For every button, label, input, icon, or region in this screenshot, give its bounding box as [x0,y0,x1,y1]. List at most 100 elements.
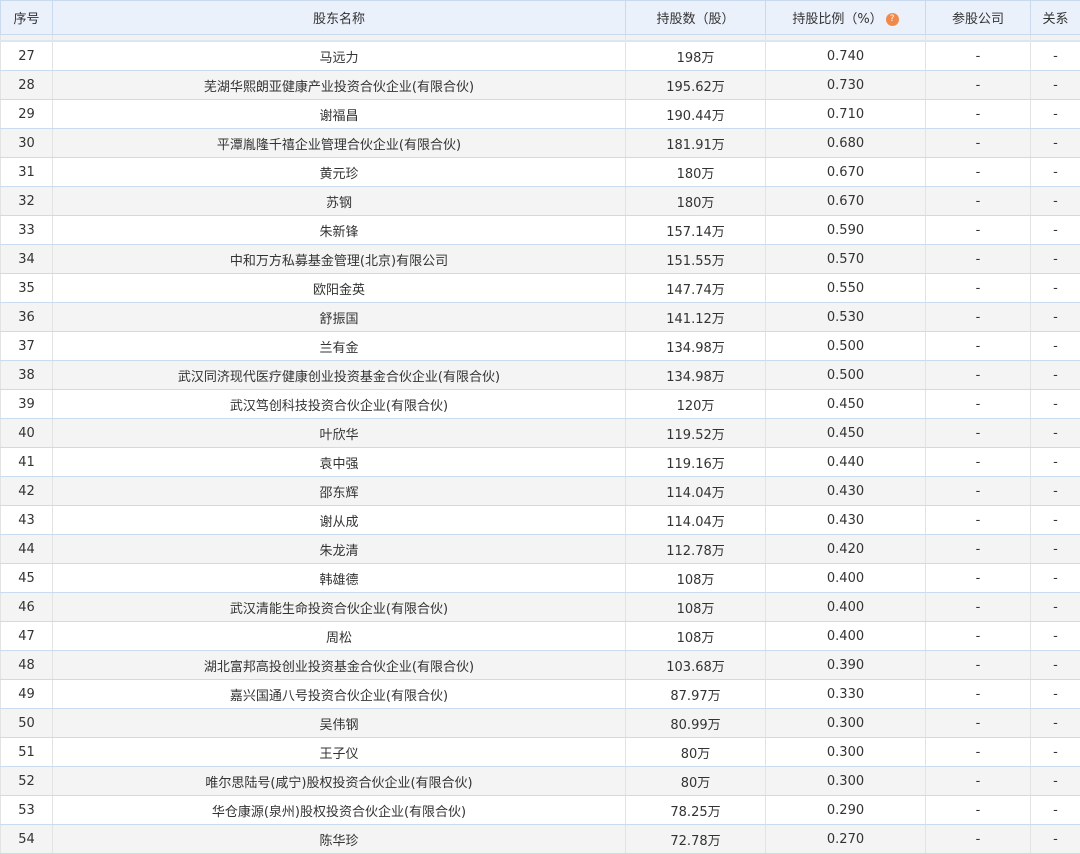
cell-name: 中和万方私募基金管理(北京)有限公司 [53,245,626,274]
header-ratio-label: 持股比例（%） [792,12,882,27]
cell-relation: - [1031,274,1080,303]
cell-index: 37 [1,332,53,361]
cell-shares: 114.04万 [626,506,766,535]
cell-companies: - [926,767,1031,796]
cell-relation: - [1031,158,1080,187]
table-row: 38武汉同济现代医疗健康创业投资基金合伙企业(有限合伙)134.98万0.500… [1,361,1080,390]
table-row: 50吴伟钢80.99万0.300-- [1,709,1080,738]
cell-name: 朱龙清 [53,535,626,564]
header-companies: 参股公司 [926,1,1031,35]
help-icon[interactable]: ? [886,13,899,26]
cell-name: 唯尔思陆号(咸宁)股权投资合伙企业(有限合伙) [53,767,626,796]
cell-relation: - [1031,593,1080,622]
cell-shares: 87.97万 [626,680,766,709]
table-row: 30平潭胤隆千禧企业管理合伙企业(有限合伙)181.91万0.680-- [1,129,1080,158]
cell-relation: - [1031,564,1080,593]
cell-companies: - [926,303,1031,332]
cell-companies: - [926,390,1031,419]
cell-companies: - [926,41,1031,71]
cell-ratio: 0.430 [766,506,926,535]
cell-ratio: 0.680 [766,129,926,158]
cell-relation: - [1031,129,1080,158]
table-row: 28芜湖华熙朗亚健康产业投资合伙企业(有限合伙)195.62万0.730-- [1,71,1080,100]
header-name: 股东名称 [53,1,626,35]
header-shares: 持股数（股） [626,1,766,35]
cell-relation: - [1031,680,1080,709]
cell-companies: - [926,709,1031,738]
cell-name: 华仓康源(泉州)股权投资合伙企业(有限合伙) [53,796,626,825]
cell-shares: 78.25万 [626,796,766,825]
cell-companies: - [926,274,1031,303]
cell-relation: - [1031,187,1080,216]
cell-companies: - [926,419,1031,448]
cell-name: 邵东辉 [53,477,626,506]
table-row: 37兰有金134.98万0.500-- [1,332,1080,361]
cell-ratio: 0.500 [766,361,926,390]
table-row: 27马远力198万0.740-- [1,41,1080,71]
cell-relation: - [1031,651,1080,680]
cell-ratio: 0.670 [766,158,926,187]
cell-index: 52 [1,767,53,796]
cell-shares: 120万 [626,390,766,419]
cell-name: 武汉笃创科技投资合伙企业(有限合伙) [53,390,626,419]
cell-name: 舒振国 [53,303,626,332]
cell-companies: - [926,71,1031,100]
table-row: 41袁中强119.16万0.440-- [1,448,1080,477]
header-relation: 关系 [1031,1,1080,35]
cell-ratio: 0.400 [766,593,926,622]
table-body: 27马远力198万0.740--28芜湖华熙朗亚健康产业投资合伙企业(有限合伙)… [1,35,1080,854]
cell-relation: - [1031,41,1080,71]
cell-ratio: 0.300 [766,738,926,767]
cell-companies: - [926,245,1031,274]
table-row: 47周松108万0.400-- [1,622,1080,651]
cell-relation: - [1031,303,1080,332]
cell-shares: 119.16万 [626,448,766,477]
cell-index: 39 [1,390,53,419]
cell-ratio: 0.400 [766,564,926,593]
cell-companies: - [926,622,1031,651]
cell-shares: 180万 [626,187,766,216]
cell-relation: - [1031,71,1080,100]
cell-shares: 80万 [626,738,766,767]
cell-companies: - [926,564,1031,593]
cell-companies: - [926,825,1031,854]
cell-ratio: 0.710 [766,100,926,129]
cell-companies: - [926,129,1031,158]
cell-ratio: 0.570 [766,245,926,274]
cell-ratio: 0.270 [766,825,926,854]
cell-ratio: 0.290 [766,796,926,825]
cell-companies: - [926,477,1031,506]
cell-shares: 134.98万 [626,332,766,361]
cell-index: 46 [1,593,53,622]
cell-name: 武汉清能生命投资合伙企业(有限合伙) [53,593,626,622]
cell-relation: - [1031,535,1080,564]
header-ratio: 持股比例（%）? [766,1,926,35]
cell-ratio: 0.740 [766,41,926,71]
cell-shares: 180万 [626,158,766,187]
cell-relation: - [1031,767,1080,796]
cell-ratio: 0.450 [766,419,926,448]
table-row: 33朱新锋157.14万0.590-- [1,216,1080,245]
cell-shares: 108万 [626,622,766,651]
cell-companies: - [926,216,1031,245]
cell-relation: - [1031,216,1080,245]
cell-companies: - [926,158,1031,187]
cell-name: 马远力 [53,41,626,71]
cell-shares: 103.68万 [626,651,766,680]
cell-ratio: 0.400 [766,622,926,651]
cell-index: 38 [1,361,53,390]
cell-ratio: 0.420 [766,535,926,564]
table-row: 36舒振国141.12万0.530-- [1,303,1080,332]
cell-ratio: 0.670 [766,187,926,216]
cell-name: 韩雄德 [53,564,626,593]
cell-index: 43 [1,506,53,535]
cell-ratio: 0.430 [766,477,926,506]
cell-shares: 114.04万 [626,477,766,506]
cell-ratio: 0.330 [766,680,926,709]
cell-index: 53 [1,796,53,825]
table-row: 51王子仪80万0.300-- [1,738,1080,767]
cell-ratio: 0.450 [766,390,926,419]
cell-shares: 151.55万 [626,245,766,274]
cell-shares: 80万 [626,767,766,796]
table-row: 39武汉笃创科技投资合伙企业(有限合伙)120万0.450-- [1,390,1080,419]
